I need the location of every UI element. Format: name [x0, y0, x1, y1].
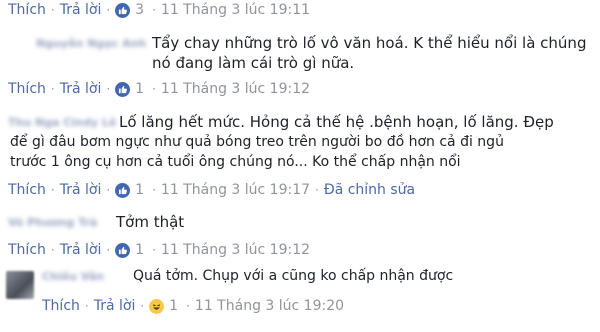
like-reaction-icon[interactable]	[115, 242, 131, 258]
separator-dot: ·	[186, 299, 190, 313]
like-reaction-icon[interactable]	[115, 81, 131, 97]
like-button[interactable]: Thích	[8, 182, 46, 198]
comment-text-line: Lố lăng hết mức. Hỏng cả thế hệ .bệnh ho…	[119, 113, 554, 131]
separator-dot: ·	[50, 3, 55, 17]
commenter-name[interactable]: Thu Nga Cindy Lê	[8, 116, 116, 129]
comment-text-line: nó đang làm cái trò gì nữa.	[152, 54, 355, 72]
reaction-count[interactable]: 1	[135, 81, 144, 97]
timestamp[interactable]: 11 Tháng 3 lúc 19:20	[195, 298, 344, 314]
reaction-count[interactable]: 1	[135, 242, 144, 258]
commenter-name[interactable]: Chiều Vân	[42, 270, 104, 283]
separator-dot: ·	[152, 82, 156, 96]
like-button[interactable]: Thích	[42, 298, 80, 314]
comment-actions: Thích · Trả lời · 1 · 11 Tháng 3 lúc 19:…	[42, 296, 344, 316]
comment-text-line: trước 1 ông cụ hơn cả tuổi ông chúng nó.…	[10, 154, 461, 170]
like-reaction-icon[interactable]	[115, 2, 131, 18]
timestamp[interactable]: 11 Tháng 3 lúc 19:12	[161, 81, 310, 97]
comment-text-line: Tẩy chay những trò lố vô văn hoá. K thể …	[152, 34, 587, 52]
separator-dot: ·	[152, 183, 156, 197]
reaction-count[interactable]: 3	[135, 2, 144, 18]
comment-actions: Thích · Trả lời · 1 · 11 Tháng 3 lúc 19:…	[8, 79, 310, 99]
haha-reaction-icon[interactable]	[149, 298, 165, 314]
timestamp[interactable]: 11 Tháng 3 lúc 19:17	[161, 182, 310, 198]
separator-dot: ·	[50, 183, 55, 197]
reply-button[interactable]: Trả lời	[60, 242, 102, 258]
separator-dot: ·	[84, 299, 89, 313]
separator-dot: ·	[140, 299, 145, 313]
comment-text-line: Quá tởm. Chụp với a cũng ko chấp nhận đư…	[133, 268, 454, 284]
like-button[interactable]: Thích	[8, 2, 46, 18]
separator-dot: ·	[106, 3, 111, 17]
reply-button[interactable]: Trả lời	[60, 81, 102, 97]
like-button[interactable]: Thích	[8, 81, 46, 97]
comment-actions-0: Thích · Trả lời · 3 · 11 Tháng 3 lúc 19:…	[8, 0, 310, 20]
separator-dot: ·	[50, 82, 55, 96]
separator-dot: ·	[106, 183, 111, 197]
separator-dot: ·	[106, 243, 111, 257]
timestamp[interactable]: 11 Tháng 3 lúc 19:11	[161, 2, 310, 18]
avatar[interactable]	[6, 271, 34, 299]
separator-dot: ·	[106, 82, 111, 96]
reaction-count[interactable]: 1	[135, 182, 144, 198]
commenter-name[interactable]: Võ Phương Trà	[8, 216, 97, 229]
like-button[interactable]: Thích	[8, 242, 46, 258]
separator-dot: ·	[152, 3, 156, 17]
comment-actions: Thích · Trả lời · 1 · 11 Tháng 3 lúc 19:…	[8, 240, 310, 260]
comment-text-line: để gì đâu bơm ngực như quả bóng treo trê…	[10, 134, 504, 150]
reply-button[interactable]: Trả lời	[60, 182, 102, 198]
comment-actions: Thích · Trả lời · 1 · 11 Tháng 3 lúc 19:…	[8, 180, 415, 200]
timestamp[interactable]: 11 Tháng 3 lúc 19:12	[161, 242, 310, 258]
separator-dot: ·	[50, 243, 55, 257]
separator-dot: ·	[152, 243, 156, 257]
edited-link[interactable]: Đã chỉnh sửa	[324, 182, 415, 198]
reply-button[interactable]: Trả lời	[60, 2, 102, 18]
commenter-name[interactable]: Nguyễn Ngọc Anh	[36, 37, 146, 50]
reply-button[interactable]: Trả lời	[94, 298, 136, 314]
separator-dot: ·	[315, 183, 319, 197]
like-reaction-icon[interactable]	[115, 182, 131, 198]
comment-text-line: Tởm thật	[116, 213, 185, 231]
reaction-count[interactable]: 1	[169, 298, 178, 314]
